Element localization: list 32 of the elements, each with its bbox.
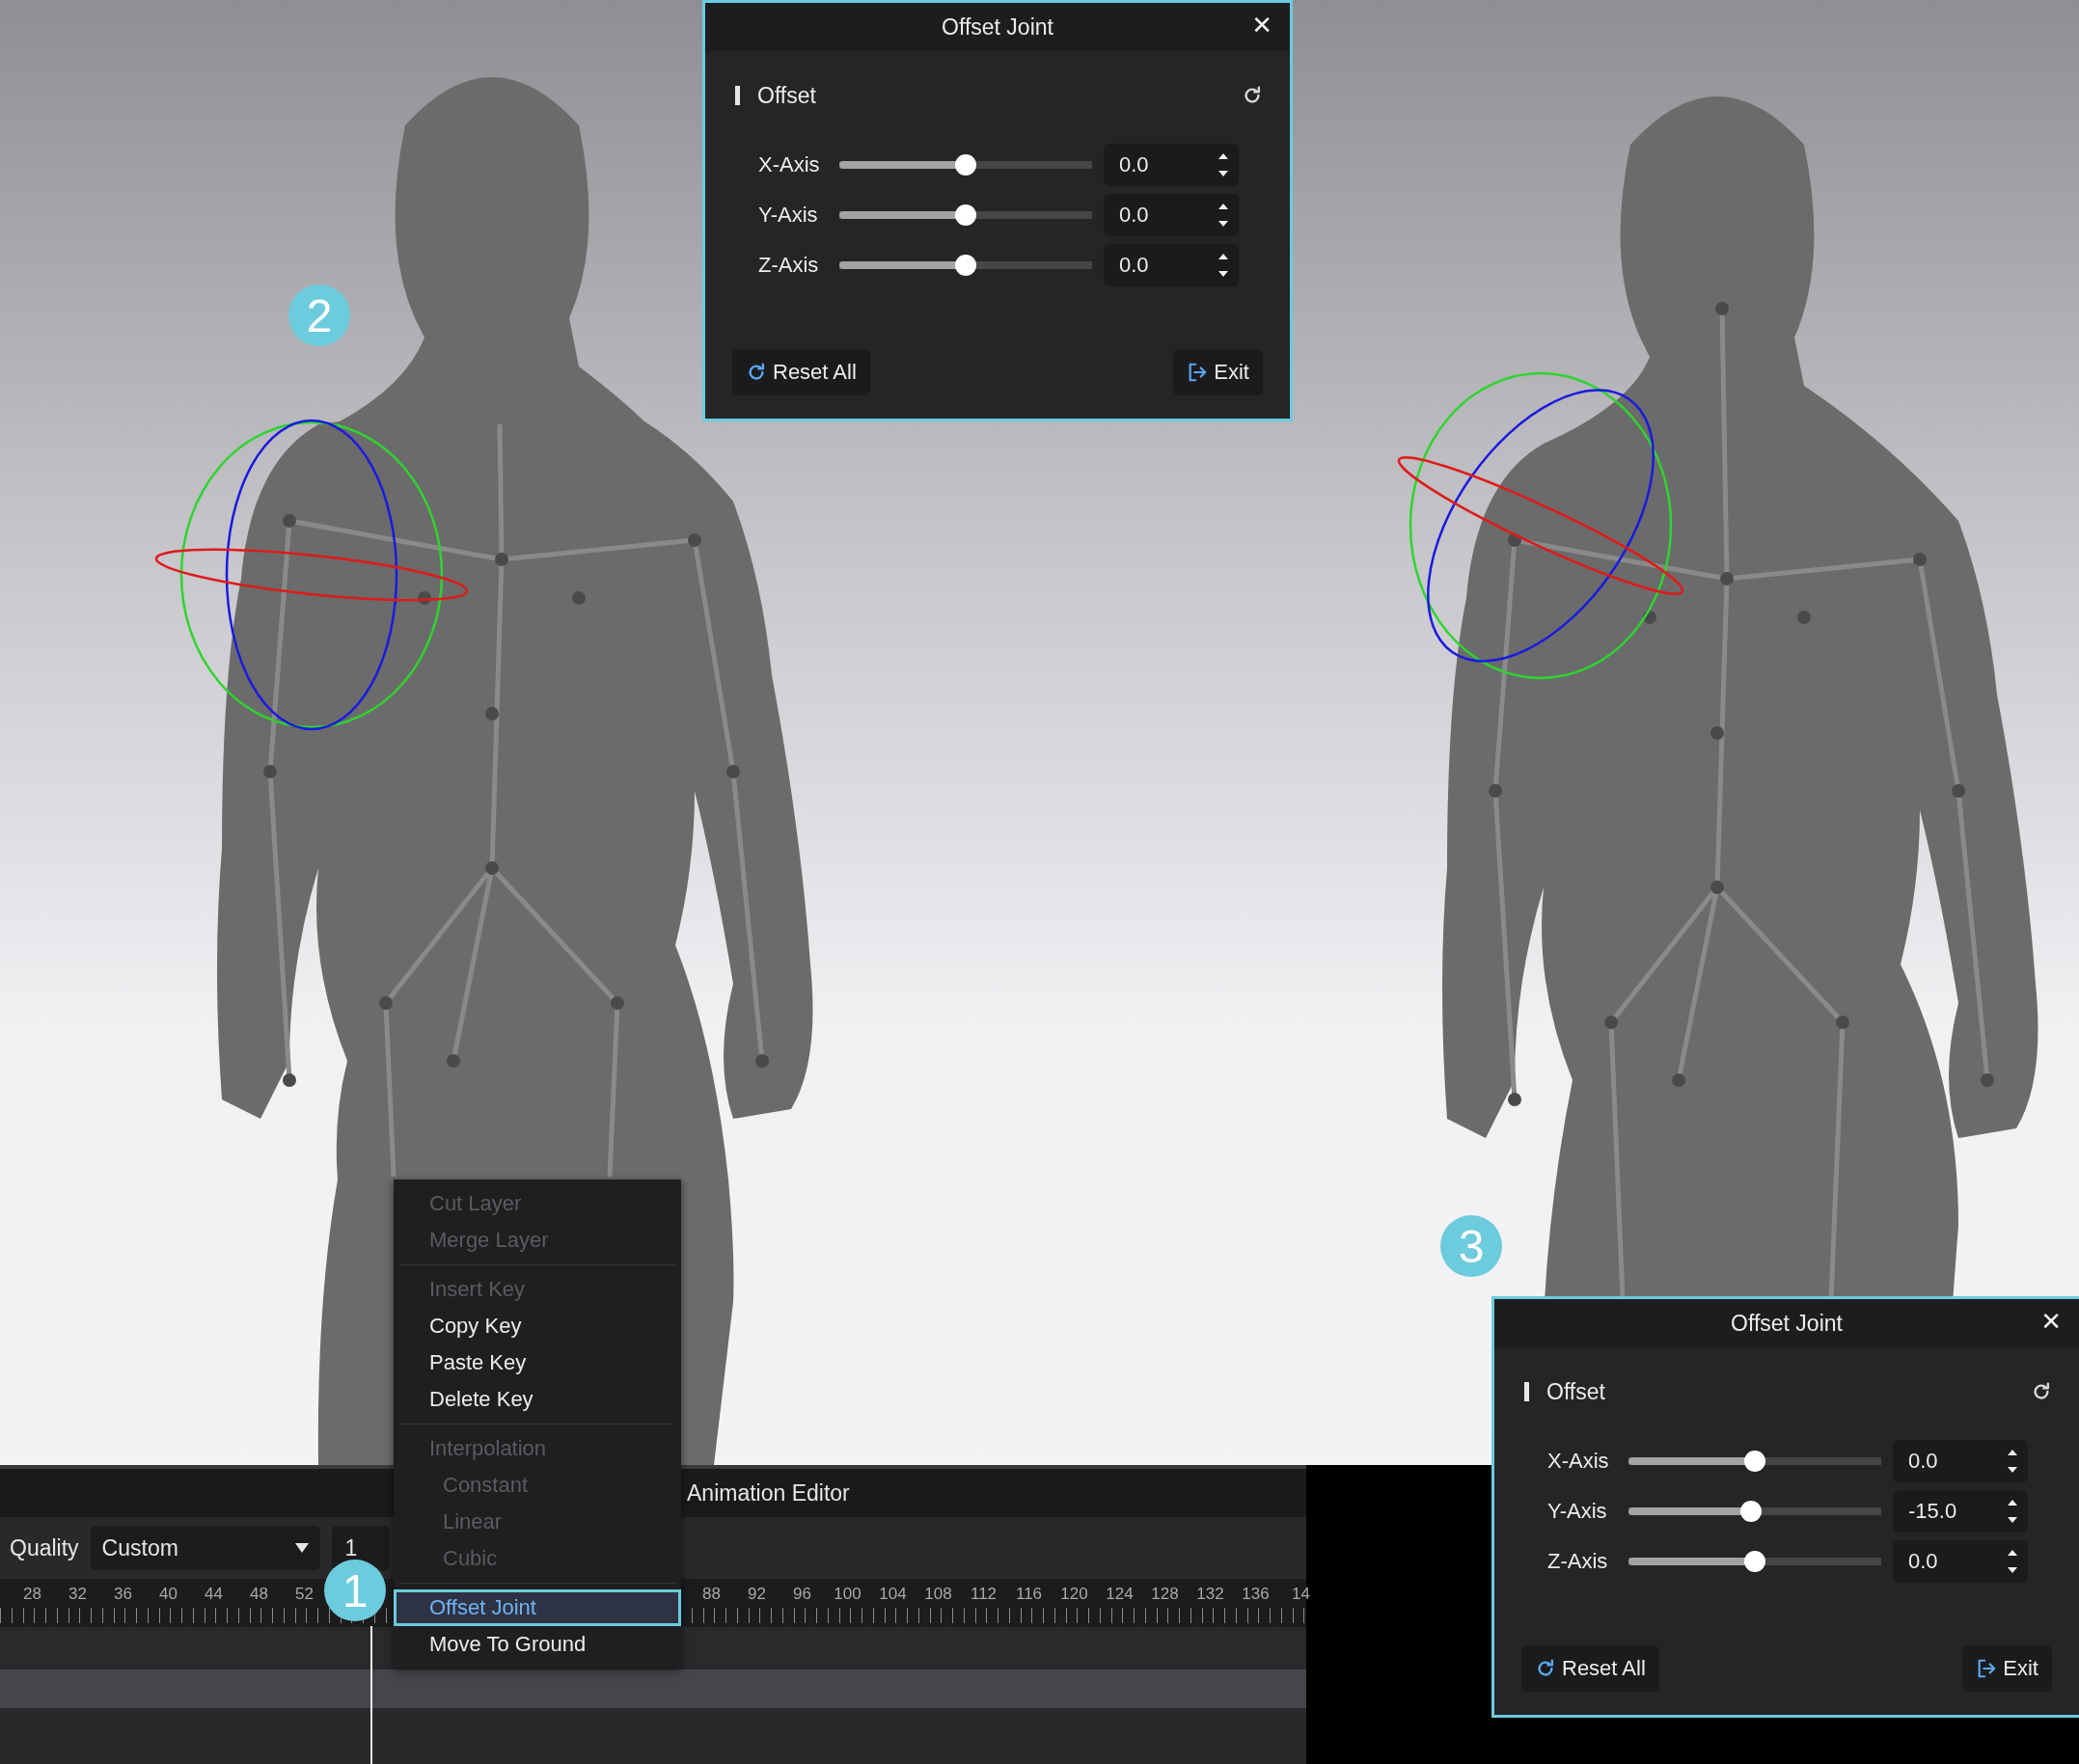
ruler-label: 40 — [158, 1585, 178, 1604]
ruler-label: 52 — [294, 1585, 315, 1604]
quality-label: Quality — [10, 1534, 79, 1561]
axis-label: X-Axis — [758, 152, 821, 177]
ruler-label: 128 — [1150, 1585, 1180, 1604]
ruler-label: 124 — [1105, 1585, 1135, 1604]
axis-label: Z-Axis — [758, 253, 820, 278]
dialog-title: Offset Joint — [942, 14, 1053, 41]
ruler-label: 112 — [969, 1585, 998, 1604]
section-title: Offset — [757, 82, 817, 109]
section-title: Offset — [1546, 1378, 1606, 1405]
ruler-label: 48 — [249, 1585, 269, 1604]
ruler-label: 120 — [1059, 1585, 1089, 1604]
ruler-label: 104 — [878, 1585, 908, 1604]
ruler-label: 136 — [1241, 1585, 1271, 1604]
axis-label: Z-Axis — [1547, 1549, 1609, 1574]
axis-label: Y-Axis — [1547, 1499, 1608, 1524]
axis-label: Y-Axis — [758, 203, 819, 228]
ruler-label: 36 — [113, 1585, 133, 1604]
panel-title: Animation Editor — [687, 1479, 850, 1506]
ruler-label: 92 — [747, 1585, 767, 1604]
axis-label: X-Axis — [1547, 1449, 1610, 1474]
ruler-label: 108 — [923, 1585, 953, 1604]
ruler-label: 44 — [204, 1585, 224, 1604]
ruler-label: 28 — [22, 1585, 42, 1604]
ruler-label: 132 — [1195, 1585, 1225, 1604]
dialog-title: Offset Joint — [1731, 1310, 1843, 1337]
ruler-label: 116 — [1014, 1585, 1044, 1604]
ruler-label: 96 — [792, 1585, 812, 1604]
ruler-label: 100 — [833, 1585, 862, 1604]
ruler-label: 32 — [68, 1585, 88, 1604]
ruler-label: 88 — [701, 1585, 722, 1604]
